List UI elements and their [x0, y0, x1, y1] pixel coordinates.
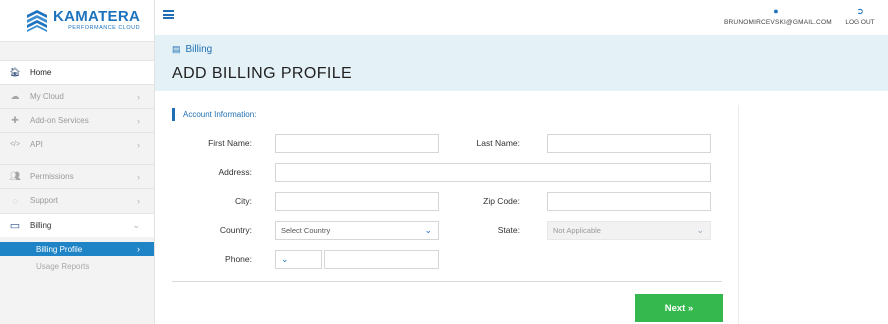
state-label: State: [497, 225, 520, 235]
phone-input[interactable] [324, 250, 439, 269]
section-title: Account Information: [172, 108, 256, 121]
chevron-right-icon: › [137, 139, 140, 150]
chevron-down-icon: ⌄ [281, 254, 289, 264]
city-input[interactable] [275, 192, 439, 211]
puzzle-icon: ✚ [11, 115, 19, 125]
sidebar-item-label: My Cloud [30, 92, 64, 101]
sidebar-item-my-cloud[interactable]: ☁ My Cloud › [0, 84, 154, 108]
chevron-right-icon: › [137, 171, 140, 182]
first-name-input[interactable] [275, 134, 439, 153]
brand-name: KAMATERA [53, 8, 141, 26]
home-icon: 🏠︎ [9, 67, 21, 77]
sidebar-item-label: Permissions [30, 172, 74, 181]
chevron-right-icon: › [137, 115, 140, 126]
credit-card-icon: ▭ [9, 220, 21, 232]
top-bar: ● BRUNOMIRCEVSKI@GMAIL.COM ➲ LOG OUT [155, 0, 888, 35]
chevron-down-icon: ⌄ [696, 225, 704, 235]
state-select: Not Applicable ⌄ [547, 221, 711, 240]
sign-out-icon: ➲ [856, 6, 864, 16]
logout-button[interactable]: ➲ LOG OUT [839, 6, 881, 26]
last-name-input[interactable] [547, 134, 711, 153]
sidebar-item-billing[interactable]: ▭ Billing ⌄ [0, 213, 154, 237]
sidebar-item-label: Billing [30, 221, 52, 230]
sidebar-item-label: Home [30, 68, 52, 77]
address-input[interactable] [275, 163, 711, 182]
logout-label: LOG OUT [845, 19, 875, 26]
sidebar-item-api[interactable]: </> API › [0, 132, 154, 156]
sidebar-subitem-label: Billing Profile [36, 244, 83, 254]
zip-code-input[interactable] [547, 192, 711, 211]
credit-card-icon: ▤ [172, 44, 181, 54]
phone-country-code-select[interactable]: ⌄ [275, 250, 322, 269]
next-button[interactable]: Next » [635, 294, 723, 322]
city-label: City: [235, 196, 252, 206]
phone-label: Phone: [225, 254, 252, 264]
state-selected-value: Not Applicable [553, 226, 601, 235]
chevron-right-icon: › [137, 244, 140, 254]
user-email: BRUNOMIRCEVSKI@GMAIL.COM [724, 19, 832, 26]
user-icon: ● [773, 6, 779, 16]
sidebar-subitem-usage-reports[interactable]: Usage Reports [0, 259, 154, 273]
sidebar-item-support[interactable]: ◌ Support › [0, 188, 154, 212]
first-name-label: First Name: [208, 138, 252, 148]
country-selected-value: Select Country [281, 226, 331, 235]
content-divider [738, 105, 739, 324]
support-icon: ◌ [12, 195, 18, 206]
main-content: Account Information: First Name: Last Na… [155, 91, 888, 324]
hamburger-icon[interactable] [163, 10, 174, 19]
chevron-down-icon: ⌄ [132, 220, 140, 230]
user-account[interactable]: ● BRUNOMIRCEVSKI@GMAIL.COM [724, 6, 832, 26]
last-name-label: Last Name: [476, 138, 520, 148]
cloud-icon: ☁ [10, 91, 20, 101]
page-title: ADD BILLING PROFILE [172, 65, 353, 82]
sidebar-item-label: Add-on Services [30, 116, 89, 125]
sidebar-subitem-label: Usage Reports [36, 261, 90, 271]
country-label: Country: [219, 225, 252, 235]
zip-code-label: Zip Code: [483, 196, 520, 206]
brand-tagline: PERFORMANCE CLOUD [68, 25, 141, 32]
sidebar-item-permissions[interactable]: 👥︎ Permissions › [0, 164, 154, 188]
sidebar-item-label: API [30, 140, 43, 149]
kamatera-logo-icon [27, 9, 47, 32]
sidebar-item-label: Support [30, 196, 59, 205]
chevron-right-icon: › [137, 195, 140, 206]
chevron-right-icon: › [137, 91, 140, 102]
code-icon: </> [9, 141, 21, 148]
sidebar: KAMATERA PERFORMANCE CLOUD 🏠︎ Home ☁ My … [0, 0, 155, 324]
sidebar-item-home[interactable]: 🏠︎ Home [0, 60, 154, 84]
country-select[interactable]: Select Country ⌄ [275, 221, 439, 240]
brand-logo[interactable]: KAMATERA PERFORMANCE CLOUD [0, 0, 154, 42]
sidebar-item-add-on-services[interactable]: ✚ Add-on Services › [0, 108, 154, 132]
breadcrumb[interactable]: ▤ Billing [172, 44, 212, 55]
page-header: ▤ Billing ADD BILLING PROFILE [155, 35, 888, 91]
breadcrumb-label: Billing [185, 44, 213, 55]
sidebar-subitem-billing-profile[interactable]: Billing Profile › [0, 242, 154, 256]
users-icon: 👥︎ [9, 171, 21, 181]
form-divider [172, 281, 722, 282]
address-label: Address: [218, 167, 252, 177]
